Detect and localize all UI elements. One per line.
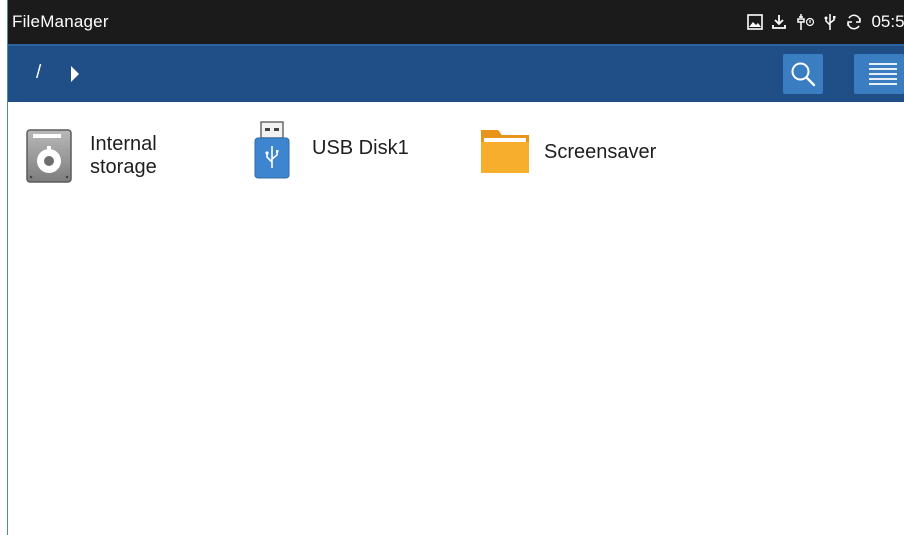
menu-button[interactable] — [854, 54, 904, 94]
file-item-screensaver[interactable]: Screensaver — [478, 124, 656, 180]
app-title: FileManager — [12, 12, 109, 31]
action-bar: / — [8, 44, 904, 102]
status-time: 05:57 — [871, 12, 904, 31]
sync-icon — [845, 13, 863, 31]
breadcrumb-root[interactable]: / — [36, 62, 41, 84]
battery-plug-icon — [795, 13, 815, 31]
status-icons: 05:57 — [747, 0, 904, 44]
usb-drive-icon — [246, 120, 298, 179]
file-label: USB Disk1 — [312, 136, 409, 159]
status-bar: FileManager 05:57 — [8, 0, 904, 44]
menu-icon — [869, 63, 897, 85]
file-list: Internal storage USB Disk1 Screensaver — [8, 102, 904, 535]
usb-icon — [823, 13, 837, 31]
file-manager-window: FileManager 05:57 / — [8, 0, 904, 535]
file-item-internal-storage[interactable]: Internal storage — [24, 128, 180, 184]
file-item-usb-disk1[interactable]: USB Disk1 — [246, 120, 409, 179]
download-icon — [771, 14, 787, 30]
search-icon — [791, 62, 816, 87]
breadcrumb-arrow-icon[interactable] — [71, 66, 79, 82]
internal-storage-icon — [24, 128, 76, 184]
folder-icon — [478, 124, 530, 180]
search-button[interactable] — [783, 54, 823, 94]
file-label: Screensaver — [544, 140, 657, 163]
file-label: Internal storage — [90, 133, 157, 178]
image-icon — [747, 14, 764, 30]
